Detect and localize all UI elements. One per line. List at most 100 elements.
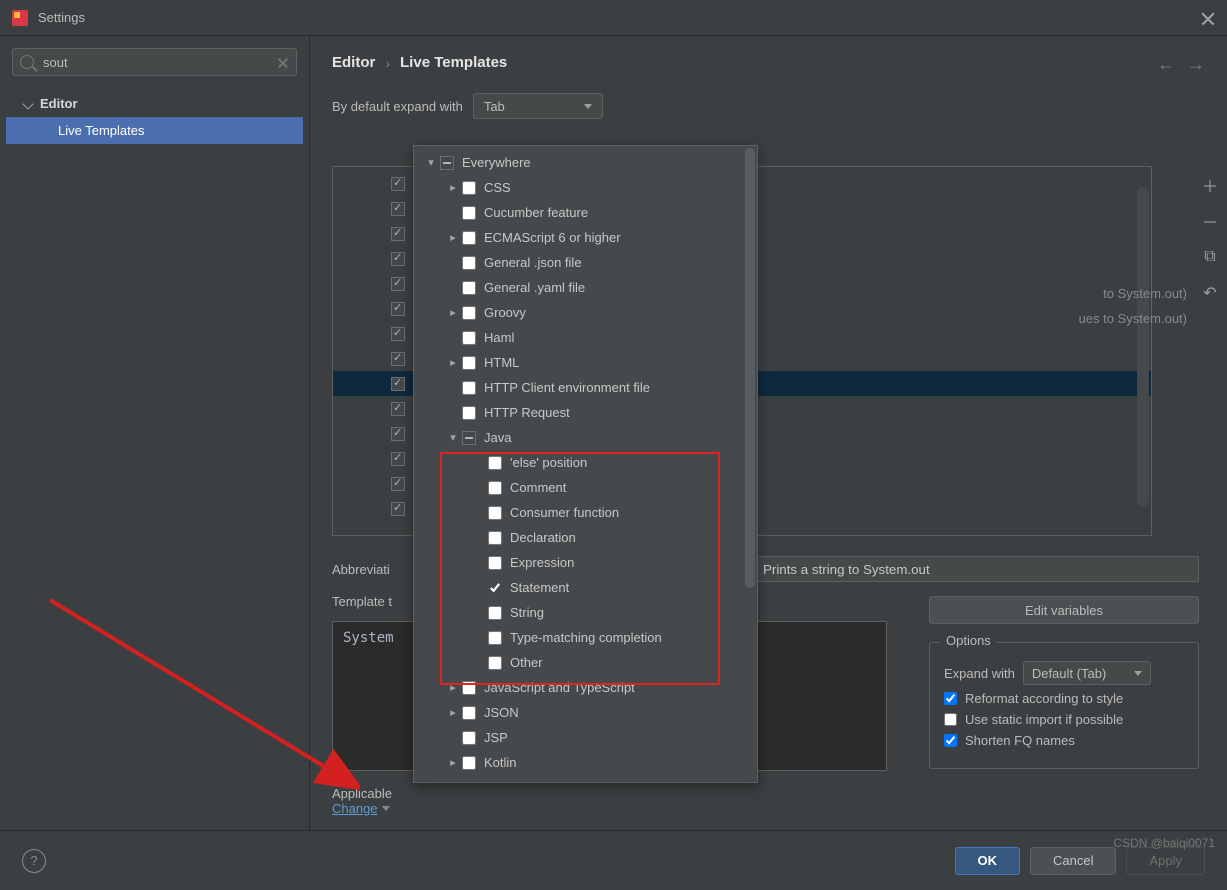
context-item[interactable]: Haml [414, 325, 757, 350]
context-item-checkbox[interactable] [462, 406, 476, 420]
context-item[interactable]: ▸JSON [414, 700, 757, 725]
context-java-child[interactable]: Consumer function [414, 500, 757, 525]
template-checkbox[interactable] [391, 177, 405, 191]
add-icon[interactable]: ＋ [1201, 176, 1219, 194]
breadcrumb-editor[interactable]: Editor [332, 54, 375, 71]
template-checkbox[interactable] [391, 427, 405, 441]
context-item-checkbox[interactable] [462, 756, 476, 770]
change-link[interactable]: Change [332, 801, 390, 816]
context-item-checkbox[interactable] [462, 256, 476, 270]
scrollbar[interactable] [1137, 187, 1149, 507]
context-child-checkbox[interactable] [488, 506, 502, 520]
context-item[interactable]: HTTP Request [414, 400, 757, 425]
context-java-checkbox[interactable] [462, 431, 476, 445]
back-icon[interactable]: ← [1157, 54, 1175, 75]
context-item-checkbox[interactable] [462, 306, 476, 320]
chevron-right-icon[interactable]: ▸ [444, 706, 462, 719]
context-child-checkbox[interactable] [488, 456, 502, 470]
clear-search-icon[interactable] [277, 56, 289, 68]
template-checkbox[interactable] [391, 377, 405, 391]
context-item[interactable]: General .json file [414, 250, 757, 275]
chevron-right-icon[interactable]: ▸ [444, 756, 462, 769]
context-item[interactable]: ▸JavaScript and TypeScript [414, 675, 757, 700]
context-item[interactable]: ▸CSS [414, 175, 757, 200]
template-checkbox[interactable] [391, 227, 405, 241]
apply-button[interactable]: Apply [1126, 847, 1205, 875]
revert-icon[interactable]: ↶ [1201, 284, 1219, 302]
chevron-right-icon[interactable]: ▸ [444, 681, 462, 694]
context-child-checkbox[interactable] [488, 481, 502, 495]
context-item-checkbox[interactable] [462, 231, 476, 245]
context-item[interactable]: ▸Kotlin [414, 750, 757, 775]
template-checkbox[interactable] [391, 202, 405, 216]
context-child-checkbox[interactable] [488, 556, 502, 570]
context-item-checkbox[interactable] [462, 381, 476, 395]
context-java-child[interactable]: 'else' position [414, 450, 757, 475]
template-checkbox[interactable] [391, 302, 405, 316]
ok-button[interactable]: OK [955, 847, 1021, 875]
copy-icon[interactable]: ⧉ [1201, 248, 1219, 266]
context-item-checkbox[interactable] [462, 681, 476, 695]
context-item-checkbox[interactable] [462, 731, 476, 745]
remove-icon[interactable]: － [1201, 212, 1219, 230]
edit-variables-button[interactable]: Edit variables [929, 596, 1199, 624]
context-child-checkbox[interactable] [488, 581, 502, 595]
context-java-child[interactable]: Comment [414, 475, 757, 500]
context-java-child[interactable]: Statement [414, 575, 757, 600]
context-item[interactable]: HTTP Client environment file [414, 375, 757, 400]
context-item-checkbox[interactable] [462, 206, 476, 220]
context-item[interactable]: ▸ECMAScript 6 or higher [414, 225, 757, 250]
template-checkbox[interactable] [391, 327, 405, 341]
context-root-checkbox[interactable] [440, 156, 454, 170]
expand-with-dropdown[interactable]: Default (Tab) [1023, 661, 1151, 685]
help-icon[interactable]: ? [22, 849, 46, 873]
context-item[interactable]: ▸Groovy [414, 300, 757, 325]
context-java-child[interactable]: Expression [414, 550, 757, 575]
reformat-checkbox[interactable] [944, 692, 957, 705]
context-item-checkbox[interactable] [462, 181, 476, 195]
close-icon[interactable] [1201, 11, 1215, 25]
template-checkbox[interactable] [391, 352, 405, 366]
forward-icon[interactable]: → [1187, 54, 1205, 75]
chevron-right-icon[interactable]: ▸ [444, 231, 462, 244]
static-import-checkbox[interactable] [944, 713, 957, 726]
cancel-button[interactable]: Cancel [1030, 847, 1116, 875]
template-checkbox[interactable] [391, 277, 405, 291]
context-child-checkbox[interactable] [488, 531, 502, 545]
chevron-down-icon[interactable]: ▾ [444, 431, 462, 444]
context-item[interactable]: ▸HTML [414, 350, 757, 375]
template-checkbox[interactable] [391, 477, 405, 491]
context-item[interactable]: General .yaml file [414, 275, 757, 300]
chevron-right-icon[interactable]: ▸ [444, 181, 462, 194]
context-java[interactable]: ▾Java [414, 425, 757, 450]
context-item[interactable]: JSP [414, 725, 757, 750]
context-java-child[interactable]: Other [414, 650, 757, 675]
context-java-child[interactable]: Declaration [414, 525, 757, 550]
context-child-checkbox[interactable] [488, 606, 502, 620]
shorten-fq-checkbox[interactable] [944, 734, 957, 747]
sidebar-item-editor[interactable]: Editor [6, 90, 303, 117]
template-checkbox[interactable] [391, 252, 405, 266]
context-item-checkbox[interactable] [462, 706, 476, 720]
sidebar-item-live-templates[interactable]: Live Templates [6, 117, 303, 144]
template-checkbox[interactable] [391, 502, 405, 516]
template-checkbox[interactable] [391, 452, 405, 466]
default-expand-dropdown[interactable]: Tab [473, 93, 603, 119]
context-child-checkbox[interactable] [488, 656, 502, 670]
context-child-checkbox[interactable] [488, 631, 502, 645]
context-java-child[interactable]: String [414, 600, 757, 625]
settings-search-input[interactable] [12, 48, 297, 76]
template-checkbox[interactable] [391, 402, 405, 416]
context-item-checkbox[interactable] [462, 281, 476, 295]
context-item-checkbox[interactable] [462, 356, 476, 370]
chevron-right-icon[interactable]: ▸ [444, 356, 462, 369]
sidebar: Editor Live Templates [0, 36, 310, 830]
context-java-child[interactable]: Type-matching completion [414, 625, 757, 650]
description-input[interactable] [754, 556, 1199, 582]
context-item-checkbox[interactable] [462, 331, 476, 345]
context-root[interactable]: ▾Everywhere [414, 150, 757, 175]
chevron-down-icon[interactable]: ▾ [422, 156, 440, 169]
chevron-right-icon[interactable]: ▸ [444, 306, 462, 319]
context-item[interactable]: Cucumber feature [414, 200, 757, 225]
scrollbar[interactable] [745, 148, 755, 588]
